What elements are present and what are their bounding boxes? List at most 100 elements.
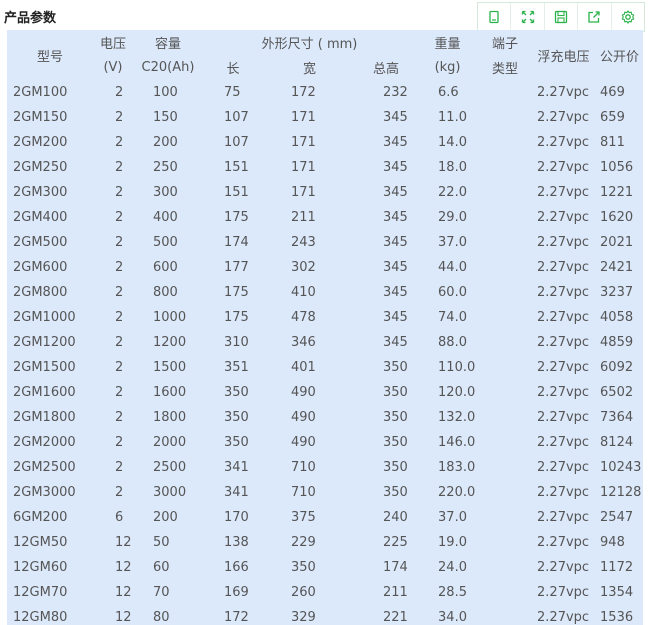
cell-capacity: 800 — [153, 285, 178, 300]
header-weight-unit: (kg) — [434, 60, 461, 75]
cell-length: 175 — [224, 210, 249, 225]
cell-width: 490 — [291, 385, 316, 400]
settings-icon — [621, 10, 635, 24]
cell-terminal — [479, 580, 531, 605]
cell-terminal — [479, 105, 531, 130]
cell-height: 350 — [383, 435, 408, 450]
save-button[interactable] — [543, 3, 577, 31]
cell-terminal — [479, 480, 531, 505]
cell-voltage: 2 — [115, 85, 124, 100]
cell-capacity: 2500 — [153, 460, 187, 475]
header-weight: 重量 — [434, 37, 461, 52]
header-price: 公开价 — [600, 49, 640, 65]
product-spec-table: 型号 电压 容量 外形尺寸 ( mm) 重量 端子 浮充电压 公开价 (V) C… — [7, 30, 643, 625]
table-row: 12GM60 12 60 166 350 174 24.0 2.27vpc 1172 — [7, 555, 643, 580]
cell-capacity: 80 — [153, 610, 170, 625]
cell-model: 2GM1000 — [13, 310, 76, 325]
cell-terminal — [479, 80, 531, 105]
cell-float-voltage: 2.27vpc — [537, 135, 590, 150]
cell-height: 350 — [383, 485, 408, 500]
cell-float-voltage: 2.27vpc — [537, 210, 590, 225]
cell-model: 2GM3000 — [13, 485, 76, 500]
cell-weight: 44.0 — [438, 260, 467, 275]
cell-height: 225 — [383, 535, 408, 550]
cell-float-voltage: 2.27vpc — [537, 410, 590, 425]
cell-width: 710 — [291, 485, 316, 500]
cell-length: 151 — [224, 185, 249, 200]
cell-price: 1221 — [600, 185, 634, 200]
cell-length: 350 — [224, 410, 249, 425]
cell-width: 171 — [291, 110, 316, 125]
cell-model: 2GM500 — [13, 235, 68, 250]
cell-price: 1620 — [600, 210, 634, 225]
cell-model: 12GM70 — [13, 585, 68, 600]
cell-terminal — [479, 280, 531, 305]
cell-length: 341 — [224, 485, 249, 500]
header-voltage: 电压 — [99, 37, 126, 52]
cell-float-voltage: 2.27vpc — [537, 335, 590, 350]
cell-width: 260 — [291, 585, 316, 600]
table-row: 2GM1500 2 1500 351 401 350 110.0 2.27vpc 6092 — [7, 355, 643, 380]
cell-length: 172 — [224, 610, 249, 625]
cell-capacity: 600 — [153, 260, 178, 275]
header-height: 总高 — [373, 62, 400, 77]
cell-weight: 6.6 — [438, 85, 459, 100]
cell-capacity: 2000 — [153, 435, 187, 450]
cell-height: 345 — [383, 235, 408, 250]
table-row: 2GM150 2 150 107 171 345 11.0 2.27vpc 659 — [7, 105, 643, 130]
cell-voltage: 2 — [115, 310, 124, 325]
table-row: 12GM50 12 50 138 229 225 19.0 2.27vpc 948 — [7, 530, 643, 555]
fullscreen-icon — [521, 10, 534, 24]
cell-voltage: 12 — [115, 610, 132, 625]
cell-model: 2GM200 — [13, 135, 68, 150]
cell-float-voltage: 2.27vpc — [537, 185, 590, 200]
cell-price: 2547 — [600, 510, 634, 525]
share-button[interactable] — [577, 3, 610, 31]
settings-button[interactable] — [610, 3, 644, 31]
cell-width: 171 — [291, 185, 316, 200]
cell-capacity: 250 — [153, 160, 178, 175]
table-row: 2GM3000 2 3000 341 710 350 220.0 2.27vpc 12128 — [7, 480, 643, 505]
cell-capacity: 200 — [153, 510, 178, 525]
cell-float-voltage: 2.27vpc — [537, 260, 590, 275]
cell-terminal — [479, 305, 531, 330]
cell-width: 490 — [291, 410, 316, 425]
cell-capacity: 1200 — [153, 335, 187, 350]
cell-price: 1056 — [600, 160, 634, 175]
cell-length: 175 — [224, 285, 249, 300]
cell-price: 1354 — [600, 585, 634, 600]
cell-height: 350 — [383, 410, 408, 425]
cell-height: 345 — [383, 160, 408, 175]
cell-capacity: 60 — [153, 560, 170, 575]
cell-model: 2GM1600 — [13, 385, 76, 400]
cell-voltage: 2 — [115, 210, 124, 225]
table-row: 6GM200 6 200 170 375 240 37.0 2.27vpc 2547 — [7, 505, 643, 530]
cell-weight: 37.0 — [438, 510, 467, 525]
cell-voltage: 2 — [115, 335, 124, 350]
page-title: 产品参数 — [4, 11, 57, 26]
cell-model: 2GM1200 — [13, 335, 76, 350]
cell-float-voltage: 2.27vpc — [537, 560, 590, 575]
cell-length: 170 — [224, 510, 249, 525]
cell-model: 2GM100 — [13, 85, 68, 100]
cell-width: 171 — [291, 135, 316, 150]
table-row: 2GM1000 2 1000 175 478 345 74.0 2.27vpc 4058 — [7, 305, 643, 330]
cell-voltage: 2 — [115, 385, 124, 400]
fullscreen-button[interactable] — [510, 3, 543, 31]
cell-capacity: 200 — [153, 135, 178, 150]
cell-height: 345 — [383, 185, 408, 200]
table-row: 2GM2000 2 2000 350 490 350 146.0 2.27vpc 8124 — [7, 430, 643, 455]
cell-capacity: 100 — [153, 85, 178, 100]
header-terminal-type: 类型 — [492, 62, 519, 77]
cell-price: 811 — [600, 135, 625, 150]
cell-model: 2GM150 — [13, 110, 68, 125]
cell-model: 6GM200 — [13, 510, 68, 525]
copy-button[interactable] — [478, 3, 510, 31]
cell-width: 346 — [291, 335, 316, 350]
cell-length: 350 — [224, 435, 249, 450]
cell-model: 2GM250 — [13, 160, 68, 175]
cell-width: 243 — [291, 235, 316, 250]
cell-voltage: 12 — [115, 585, 132, 600]
cell-length: 138 — [224, 535, 249, 550]
cell-weight: 88.0 — [438, 335, 467, 350]
